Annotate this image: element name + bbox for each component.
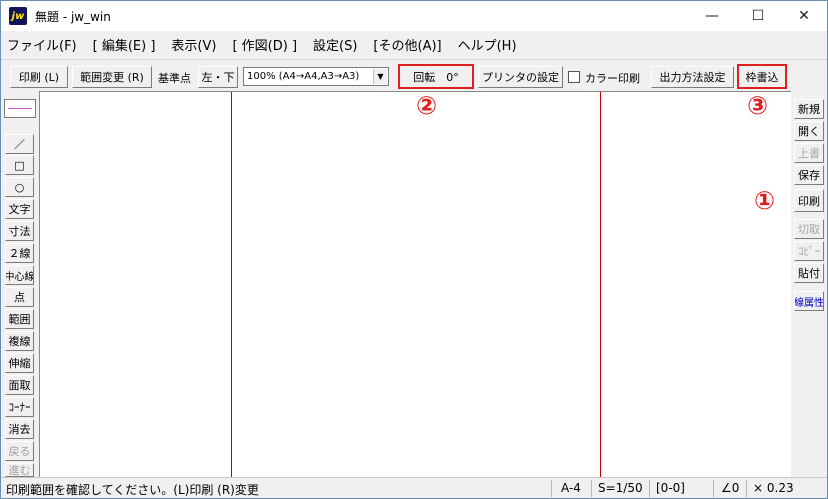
callout-number-1: ① — [754, 186, 776, 215]
tool-chamfer[interactable]: 面取 — [5, 375, 34, 395]
status-message: 印刷範囲を確認してください。(L)印刷 (R)変更 — [6, 483, 259, 497]
zoom-ratio[interactable]: × 0.23 — [753, 481, 794, 495]
drawing-canvas[interactable] — [39, 91, 791, 477]
maximize-button[interactable]: ☐ — [735, 1, 781, 31]
tool-dimension[interactable]: 寸法 — [5, 221, 34, 241]
menu-draw[interactable]: [ 作図(D) ] — [232, 35, 297, 54]
menu-view[interactable]: 表示(V) — [171, 35, 216, 54]
callout-number-2: ② — [416, 91, 438, 120]
tool-double-line[interactable]: ２線 — [5, 243, 34, 263]
copy-button[interactable]: ｺﾋﾟｰ — [794, 241, 824, 261]
tool-circle[interactable]: ○ — [5, 177, 34, 197]
range-change-button[interactable]: 範囲変更 (R) — [72, 66, 152, 88]
paste-button[interactable]: 貼付 — [794, 263, 824, 283]
menu-settings[interactable]: 設定(S) — [313, 35, 357, 54]
color-print-checkbox[interactable] — [568, 71, 580, 83]
rotate-button[interactable]: 回転 0° — [398, 64, 474, 89]
new-button[interactable]: 新規 — [794, 99, 824, 119]
tool-line[interactable]: ／ — [5, 134, 34, 154]
tool-text[interactable]: 文字 — [5, 199, 34, 219]
dropdown-arrow-icon[interactable]: ▼ — [373, 69, 387, 84]
status-bar: 印刷範囲を確認してください。(L)印刷 (R)変更 A-4 S=1/50 [0-… — [1, 477, 827, 498]
color-print-label: カラー印刷 — [585, 72, 640, 85]
open-button[interactable]: 開く — [794, 121, 824, 141]
left-tool-palette: ／ □ ○ 文字 寸法 ２線 中心線 点 範囲 複線 伸縮 面取 ｺｰﾅｰ 消去… — [1, 91, 39, 477]
tool-erase[interactable]: 消去 — [5, 419, 34, 439]
scale-select[interactable]: 100% (A4→A4,A3→A3) ▼ — [243, 67, 389, 86]
printer-settings-button[interactable]: プリンタの設定 — [478, 66, 563, 88]
overwrite-button[interactable]: 上書 — [794, 143, 824, 163]
tool-stretch[interactable]: 伸縮 — [5, 353, 34, 373]
right-tool-palette: 新規 開く 上書 保存 印刷 切取 ｺﾋﾟｰ 貼付 線属性 — [791, 91, 827, 477]
menu-bar: ファイル(F) [ 編集(E) ] 表示(V) [ 作図(D) ] 設定(S) … — [1, 31, 827, 57]
window-title: 無題 - jw_win — [35, 9, 111, 24]
line-type-sample — [8, 108, 32, 109]
output-method-button[interactable]: 出力方法設定 — [651, 66, 734, 88]
status-separator — [591, 480, 592, 497]
menu-other[interactable]: [その他(A)] — [373, 35, 441, 54]
callout-number-3: ③ — [747, 91, 769, 120]
angle-indicator[interactable]: ∠0 — [721, 481, 739, 495]
status-separator — [746, 480, 747, 497]
save-button[interactable]: 保存 — [794, 165, 824, 185]
print-l-button[interactable]: 印刷 (L) — [10, 66, 68, 88]
paper-size[interactable]: A-4 — [561, 481, 581, 495]
minimize-button[interactable]: — — [689, 1, 735, 31]
frame-write-button[interactable]: 枠書込 — [737, 64, 787, 89]
print-button[interactable]: 印刷 — [794, 189, 824, 212]
tool-point[interactable]: 点 — [5, 287, 34, 307]
tool-range[interactable]: 範囲 — [5, 309, 34, 329]
print-frame-left-line — [231, 92, 232, 477]
print-toolbar: 印刷 (L) 範囲変更 (R) 基準点 左・下 100% (A4→A4,A3→A… — [1, 59, 827, 91]
close-button[interactable]: ✕ — [781, 1, 827, 31]
scale-indicator[interactable]: S=1/50 — [598, 481, 643, 495]
base-point-label: 基準点 — [158, 72, 191, 85]
cut-button[interactable]: 切取 — [794, 219, 824, 239]
menu-file[interactable]: ファイル(F) — [7, 35, 77, 54]
base-point-button[interactable]: 左・下 — [198, 66, 238, 88]
status-separator — [649, 480, 650, 497]
line-type-swatch[interactable] — [4, 99, 36, 118]
print-frame-right-line — [600, 92, 601, 477]
line-attribute-button[interactable]: 線属性 — [794, 291, 824, 311]
layer-indicator[interactable]: [0-0] — [656, 481, 685, 495]
status-separator — [551, 480, 552, 497]
jw-app-icon: jw — [9, 7, 27, 25]
app-window: jw 無題 - jw_win — ☐ ✕ ファイル(F) [ 編集(E) ] 表… — [0, 0, 828, 499]
tool-corner[interactable]: ｺｰﾅｰ — [5, 397, 34, 417]
tool-center-line[interactable]: 中心線 — [5, 265, 34, 285]
status-separator — [713, 480, 714, 497]
scale-select-value: 100% (A4→A4,A3→A3) — [247, 71, 360, 82]
tool-offset[interactable]: 複線 — [5, 331, 34, 351]
title-bar: jw 無題 - jw_win — ☐ ✕ — [1, 1, 827, 31]
menu-help[interactable]: ヘルプ(H) — [458, 35, 517, 54]
tool-redo[interactable]: 進む — [5, 463, 34, 477]
menu-edit[interactable]: [ 編集(E) ] — [93, 35, 156, 54]
tool-undo[interactable]: 戻る — [5, 441, 34, 461]
tool-rectangle[interactable]: □ — [5, 155, 34, 175]
